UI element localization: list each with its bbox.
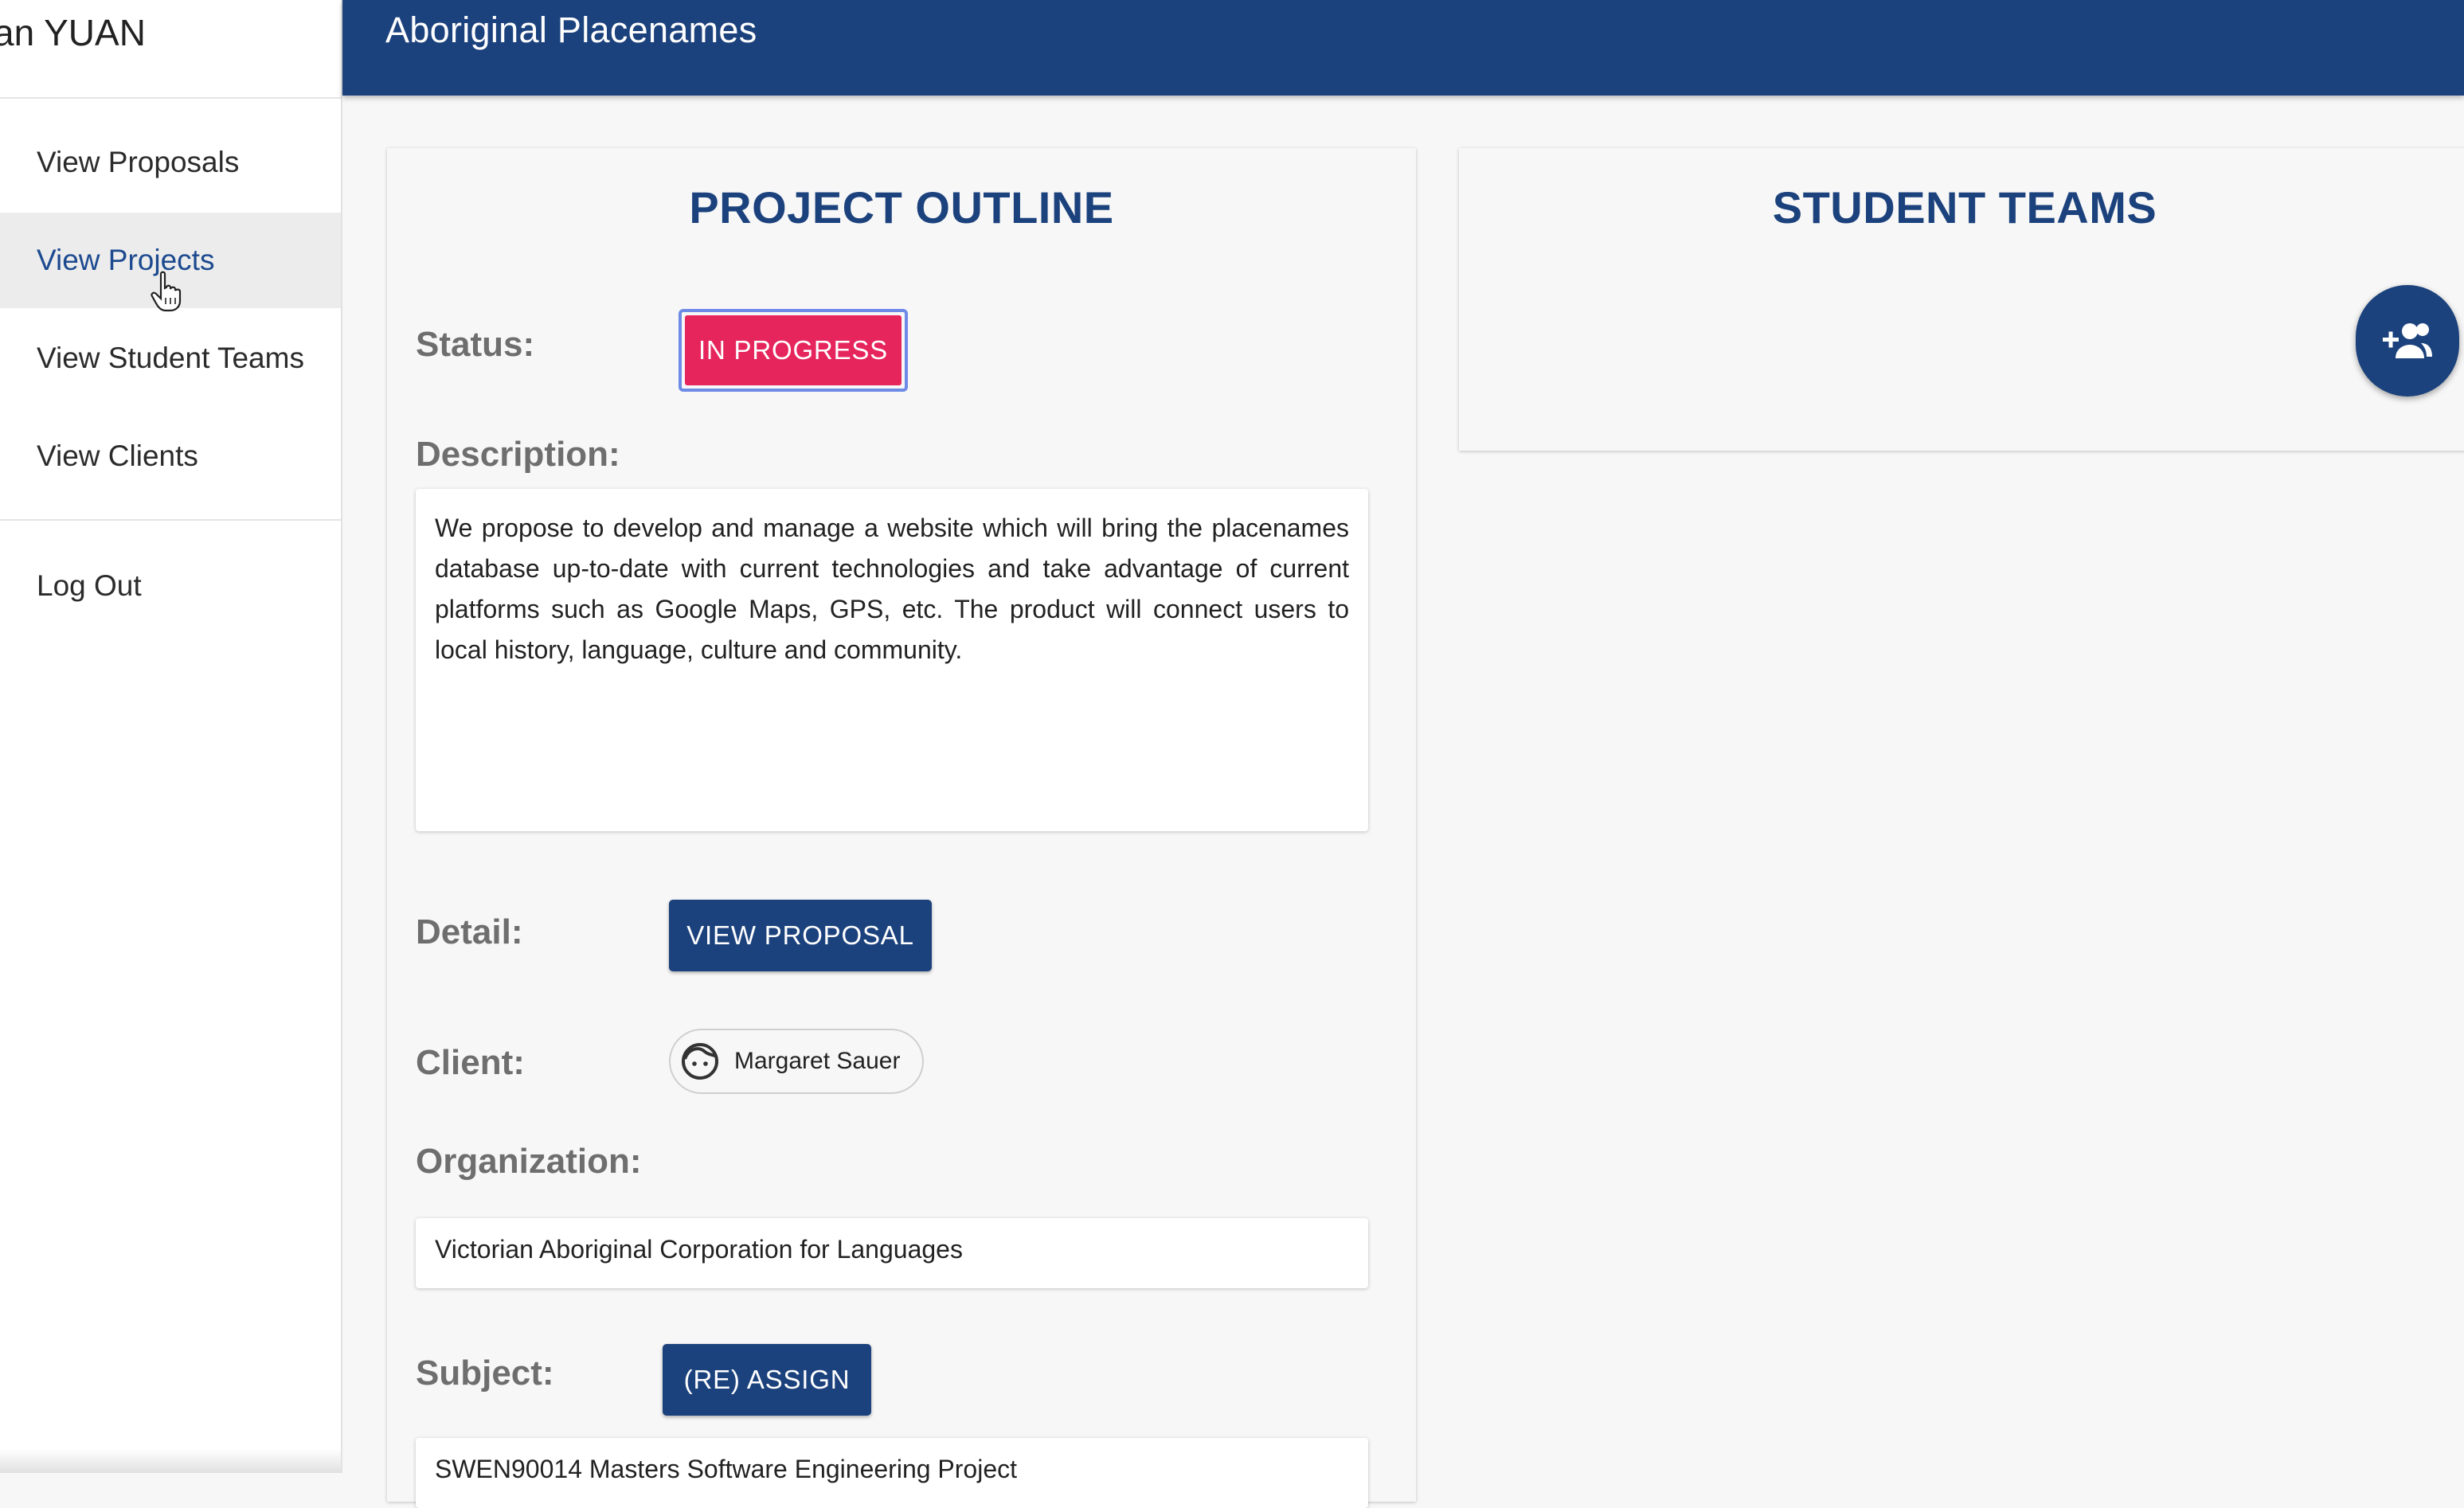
organization-field[interactable]: Victorian Aboriginal Corporation for Lan…	[416, 1218, 1368, 1288]
sidebar-divider	[0, 519, 341, 521]
user-name: an YUAN	[0, 12, 146, 53]
description-label: Description:	[416, 435, 620, 474]
detail-label: Detail:	[416, 912, 523, 951]
status-badge[interactable]: IN PROGRESS	[679, 309, 908, 392]
student-teams-card: STUDENT TEAMS	[1459, 148, 2464, 451]
status-badge-label: IN PROGRESS	[685, 315, 902, 385]
sidebar-bottom-shadow	[0, 1449, 341, 1473]
status-label: Status:	[416, 325, 535, 364]
client-label: Client:	[416, 1043, 525, 1082]
sidebar-divider	[0, 97, 341, 99]
group-add-icon	[2383, 323, 2432, 358]
sidebar: an YUAN View Proposals View Projects Vie…	[0, 0, 342, 1473]
subject-label: Subject:	[416, 1354, 554, 1393]
reassign-button[interactable]: (RE) ASSIGN	[663, 1344, 871, 1416]
add-team-button[interactable]	[2356, 285, 2459, 397]
project-outline-title: PROJECT OUTLINE	[689, 182, 1114, 232]
view-proposal-button[interactable]: VIEW PROPOSAL	[669, 900, 932, 971]
sidebar-item-view-clients[interactable]: View Clients	[0, 408, 341, 504]
hand-cursor-icon	[151, 271, 182, 312]
page-title: Aboriginal Placenames	[385, 10, 757, 50]
subject-field[interactable]: SWEN90014 Masters Software Engineering P…	[416, 1438, 1368, 1508]
sidebar-item-view-student-teams[interactable]: View Student Teams	[0, 311, 341, 406]
client-name: Margaret Sauer	[734, 1048, 901, 1074]
face-icon	[682, 1043, 718, 1080]
student-teams-title: STUDENT TEAMS	[1772, 182, 2157, 232]
sidebar-item-view-proposals[interactable]: View Proposals	[0, 115, 341, 210]
app-header: Aboriginal Placenames	[342, 0, 2464, 96]
logout-button[interactable]: Log Out	[0, 538, 341, 634]
organization-label: Organization:	[416, 1142, 642, 1181]
description-field[interactable]: We propose to develop and manage a websi…	[416, 489, 1368, 831]
client-chip[interactable]: Margaret Sauer	[669, 1029, 924, 1094]
